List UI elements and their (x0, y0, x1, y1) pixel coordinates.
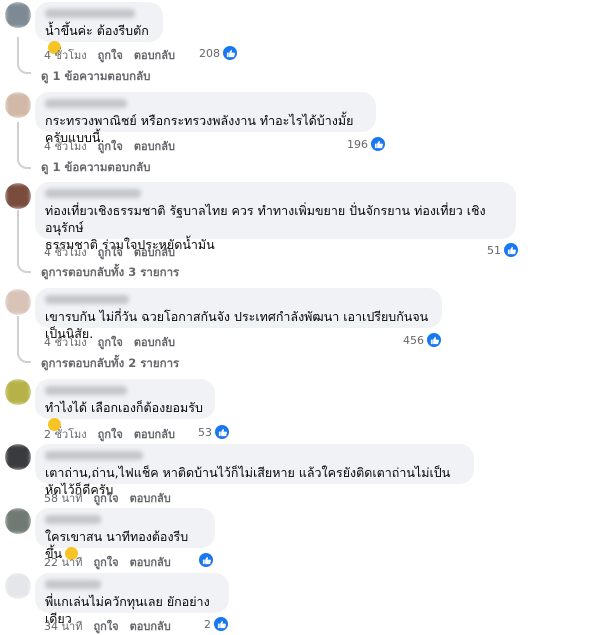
reply-button[interactable]: ตอบกลับ (134, 140, 175, 153)
comment-bubble: น้ำขึ้นค่ะ ต้องรีบตัก (35, 2, 163, 54)
like-button[interactable]: ถูกใจ (98, 246, 123, 259)
commenter-name[interactable] (45, 386, 127, 395)
comment-text: น้ำขึ้นค่ะ ต้องรีบตัก (45, 23, 149, 38)
avatar[interactable] (5, 573, 31, 599)
like-reaction-icon (222, 45, 238, 61)
avatar[interactable] (5, 289, 31, 315)
commenter-name[interactable] (45, 580, 101, 589)
like-button[interactable]: ถูกใจ (93, 556, 118, 569)
commenter-name[interactable] (45, 99, 127, 108)
comment-bubble: เตาถ่าน,ถ่าน,ไฟแช็ค หาติดบ้านไว้ก็ไม่เสี… (35, 444, 474, 497)
like-reaction-icon (198, 552, 214, 568)
reply-button[interactable]: ตอบกลับ (134, 336, 175, 349)
like-button[interactable]: ถูกใจ (98, 49, 123, 62)
like-button[interactable]: ถูกใจ (98, 336, 123, 349)
timestamp-link[interactable]: 4 ชั่วโมง (44, 49, 87, 62)
comment-bubble: ทำไงได้ เลือกเองก็ต้องยอมรับ (35, 379, 215, 431)
thread-line (17, 37, 19, 63)
like-button[interactable]: ถูกใจ (93, 620, 118, 633)
view-replies-link[interactable]: ดู 1 ข้อความตอบกลับ (41, 159, 150, 177)
avatar[interactable] (5, 2, 31, 28)
reaction-number: 2 (204, 617, 211, 631)
reply-button[interactable]: ตอบกลับ (130, 492, 171, 505)
reaction-count[interactable]: 2 (204, 616, 229, 632)
reply-button[interactable]: ตอบกลับ (134, 246, 175, 259)
comment-bubble: พี่แกเล่นไม่ควักทุนเลย ยักอย่างเดียว (35, 573, 229, 626)
avatar[interactable] (5, 92, 31, 118)
thread-line (17, 316, 19, 352)
reaction-number: 196 (347, 137, 368, 151)
reaction-number: 456 (403, 333, 424, 347)
commenter-name[interactable] (45, 189, 141, 198)
like-button[interactable]: ถูกใจ (98, 140, 123, 153)
comment-bubble: เขารบกัน ไม่กี่วัน ฉวยโอกาสกันจัง ประเทศ… (35, 288, 442, 341)
reaction-count[interactable] (198, 552, 214, 568)
reaction-number: 53 (198, 425, 212, 439)
timestamp-link[interactable]: 4 ชั่วโมง (44, 140, 87, 153)
thread-connector (17, 261, 31, 273)
timestamp-link[interactable]: 4 ชั่วโมง (44, 336, 87, 349)
thread-line (17, 122, 19, 158)
comment-bubble: ใครเขาสน นาทีทองต้องรีบขึ้น (35, 508, 215, 561)
avatar[interactable] (5, 183, 31, 209)
reaction-count[interactable]: 196 (347, 136, 386, 152)
thread-connector (17, 157, 31, 169)
timestamp-link[interactable]: 2 ชั่วโมง (44, 428, 87, 441)
avatar[interactable] (5, 508, 31, 534)
timestamp-link[interactable]: 58 นาที (44, 492, 82, 505)
comment-actions: 4 ชั่วโมง ถูกใจ ตอบกลับ (44, 243, 186, 261)
reply-button[interactable]: ตอบกลับ (134, 49, 175, 62)
like-reaction-icon (214, 424, 230, 440)
timestamp-link[interactable]: 4 ชั่วโมง (44, 246, 87, 259)
commenter-name[interactable] (45, 451, 143, 460)
comment-actions: 4 ชั่วโมง ถูกใจ ตอบกลับ (44, 137, 186, 155)
like-reaction-icon (503, 242, 519, 258)
reaction-count[interactable]: 456 (403, 332, 442, 348)
comment-actions: 34 นาที ถูกใจ ตอบกลับ (44, 617, 182, 635)
comment-text: ทำไงได้ เลือกเองก็ต้องยอมรับ (45, 400, 203, 415)
timestamp-link[interactable]: 22 นาที (44, 556, 82, 569)
thread-connector (17, 62, 31, 74)
reaction-count[interactable]: 53 (198, 424, 230, 440)
like-button[interactable]: ถูกใจ (98, 428, 123, 441)
like-reaction-icon (213, 616, 229, 632)
view-replies-link[interactable]: ดูการตอบกลับทั้ง 3 รายการ (41, 264, 179, 282)
commenter-name[interactable] (45, 9, 135, 18)
avatar[interactable] (5, 379, 31, 405)
commenter-name[interactable] (45, 515, 101, 524)
comment-actions: 22 นาที ถูกใจ ตอบกลับ (44, 553, 182, 571)
comment-bubble: ท่องเที่ยวเชิงธรรมชาติ รัฐบาลไทย ควร ทำท… (35, 182, 516, 252)
reaction-count[interactable]: 208 (199, 45, 238, 61)
comment-bubble: กระทรวงพาณิชย์ หรือกระทรวงพลังงาน ทำอะไร… (35, 92, 376, 145)
comment-actions: 2 ชั่วโมง ถูกใจ ตอบกลับ (44, 425, 186, 443)
commenter-name[interactable] (45, 295, 129, 304)
avatar[interactable] (5, 444, 31, 470)
reply-button[interactable]: ตอบกลับ (130, 556, 171, 569)
reaction-number: 51 (487, 243, 501, 257)
reaction-count[interactable]: 51 (487, 242, 519, 258)
comment-actions: 4 ชั่วโมง ถูกใจ ตอบกลับ (44, 46, 186, 64)
comment-actions: 58 นาที ถูกใจ ตอบกลับ (44, 489, 182, 507)
thread-line (17, 210, 19, 262)
reaction-number: 208 (199, 46, 220, 60)
like-button[interactable]: ถูกใจ (93, 492, 118, 505)
comment-actions: 4 ชั่วโมง ถูกใจ ตอบกลับ (44, 333, 186, 351)
view-replies-link[interactable]: ดูการตอบกลับทั้ง 2 รายการ (41, 355, 179, 373)
timestamp-link[interactable]: 34 นาที (44, 620, 82, 633)
thread-connector (17, 351, 31, 363)
view-replies-link[interactable]: ดู 1 ข้อความตอบกลับ (41, 68, 150, 86)
reply-button[interactable]: ตอบกลับ (134, 428, 175, 441)
like-reaction-icon (426, 332, 442, 348)
like-reaction-icon (370, 136, 386, 152)
reply-button[interactable]: ตอบกลับ (130, 620, 171, 633)
